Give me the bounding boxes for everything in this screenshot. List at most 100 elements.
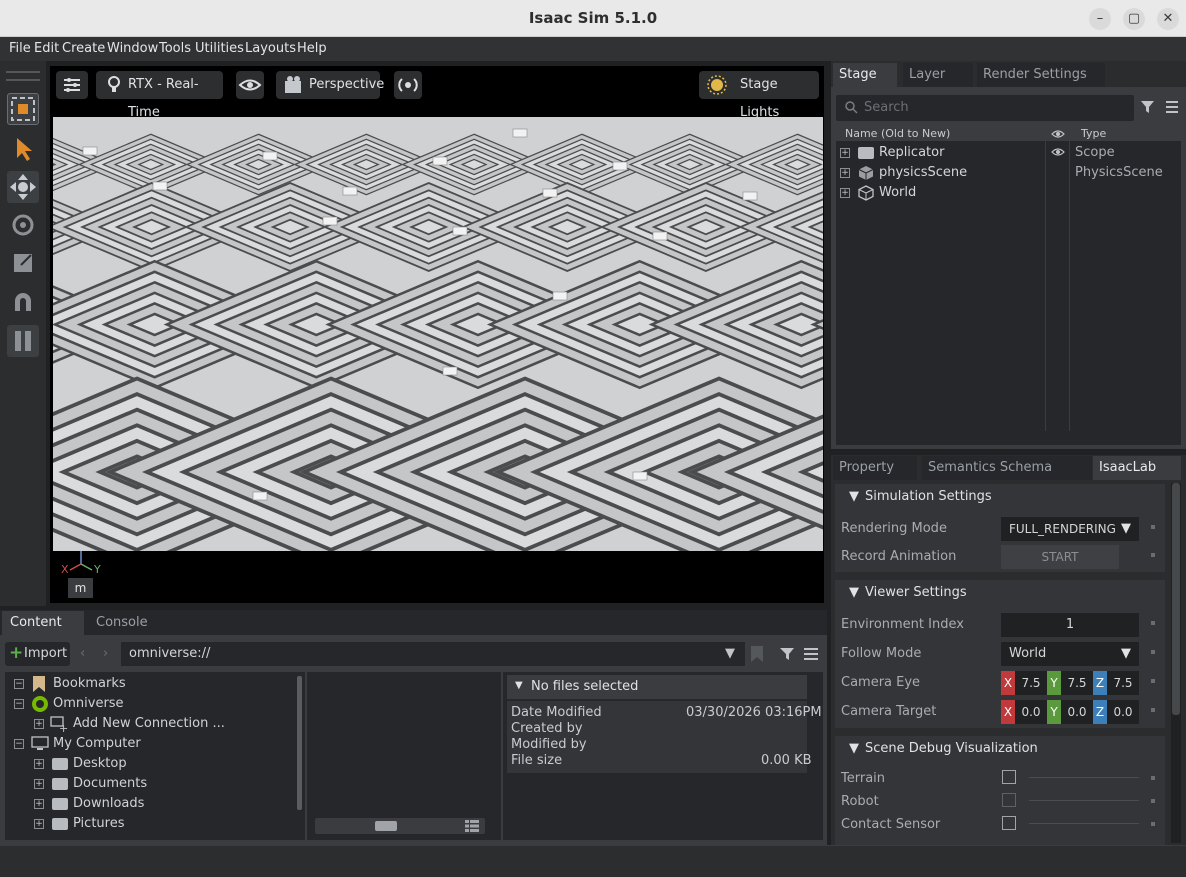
menu-window[interactable]: Window: [107, 41, 158, 56]
minimize-button[interactable]: –: [1089, 8, 1111, 30]
reset-dot[interactable]: [1151, 708, 1155, 712]
tab-semantics-schema-editor[interactable]: Semantics Schema Editor: [922, 456, 1092, 499]
collapse-icon[interactable]: −: [14, 699, 24, 709]
back-icon[interactable]: ‹: [80, 646, 85, 661]
maximize-button[interactable]: ▢: [1123, 8, 1145, 30]
select-arrow-icon[interactable]: [7, 133, 39, 165]
menu-tools[interactable]: Tools: [159, 41, 191, 56]
expand-icon[interactable]: +: [34, 819, 44, 829]
reset-dot[interactable]: [1151, 525, 1155, 529]
follow-mode-dropdown[interactable]: World ▼: [1001, 642, 1139, 666]
reset-dot[interactable]: [1151, 822, 1155, 826]
menu-edit[interactable]: Edit: [34, 41, 59, 56]
camera-eye-z-input[interactable]: 7.5: [1107, 671, 1139, 695]
tab-console[interactable]: Console: [88, 611, 170, 635]
tree-item-pictures[interactable]: + Pictures: [5, 814, 295, 834]
tree-item-add-connection[interactable]: + + Add New Connection ...: [5, 714, 295, 735]
tree-item-bookmarks[interactable]: − Bookmarks: [5, 674, 295, 694]
expand-icon[interactable]: +: [34, 759, 44, 769]
filter-icon[interactable]: [779, 646, 797, 666]
move-tool-icon[interactable]: [7, 171, 39, 203]
viewport-settings-icon[interactable]: [56, 71, 88, 99]
camera-eye-x-input[interactable]: 7.5: [1015, 671, 1047, 695]
robot-debug-checkbox[interactable]: [1002, 793, 1016, 807]
camera-eye-y-input[interactable]: 7.5: [1061, 671, 1093, 695]
rendering-mode-dropdown[interactable]: FULL_RENDERING ▼: [1001, 517, 1139, 541]
tab-isaaclab[interactable]: IsaacLab: [1093, 456, 1181, 480]
bookmark-icon[interactable]: [750, 645, 764, 667]
camera-button[interactable]: Perspective: [276, 71, 384, 99]
scale-tool-icon[interactable]: [7, 247, 39, 279]
camera-target-x-input[interactable]: 0.0: [1015, 700, 1047, 724]
menu-file[interactable]: File: [9, 41, 31, 56]
stage-row-world[interactable]: + World: [836, 183, 1181, 203]
stage-row-physicsscene[interactable]: + physicsScene PhysicsScene: [836, 163, 1181, 183]
scrollbar[interactable]: [1171, 483, 1181, 843]
expand-icon[interactable]: +: [34, 779, 44, 789]
rotate-tool-icon[interactable]: [7, 209, 39, 241]
stage-lights-button[interactable]: Stage Lights: [699, 71, 819, 120]
grid-view-icon[interactable]: [463, 818, 481, 838]
expand-icon[interactable]: +: [34, 719, 44, 729]
scrollbar-thumb[interactable]: [1172, 483, 1180, 715]
tab-property[interactable]: Property: [833, 456, 917, 480]
forward-icon[interactable]: ›: [103, 646, 108, 661]
camera-target-z-input[interactable]: 0.0: [1107, 700, 1139, 724]
reset-dot[interactable]: [1151, 776, 1155, 780]
reset-dot[interactable]: [1151, 650, 1155, 654]
collapse-icon[interactable]: −: [14, 679, 24, 689]
col-type-header[interactable]: Type: [1081, 127, 1106, 140]
zoom-slider[interactable]: [315, 818, 485, 834]
filter-icon[interactable]: [1140, 99, 1156, 119]
tab-stage[interactable]: Stage: [833, 63, 897, 87]
visible-eye-icon[interactable]: [1050, 145, 1066, 163]
reset-dot[interactable]: [1151, 621, 1155, 625]
scene-render[interactable]: [53, 117, 823, 551]
col-name-header[interactable]: Name (Old to New): [845, 127, 950, 140]
file-grid[interactable]: [307, 672, 501, 840]
menu-create[interactable]: Create: [62, 41, 105, 56]
collapse-sim-icon[interactable]: ▼: [849, 489, 859, 504]
collapse-icon[interactable]: −: [14, 739, 24, 749]
path-dropdown-icon[interactable]: ▼: [725, 646, 735, 661]
menu-help[interactable]: Help: [297, 41, 327, 56]
terrain-debug-checkbox[interactable]: [1002, 770, 1016, 784]
tree-item-desktop[interactable]: + Desktop: [5, 754, 295, 774]
zoom-slider-handle[interactable]: [375, 821, 397, 831]
tree-item-my-computer[interactable]: − My Computer: [5, 734, 295, 754]
expand-icon[interactable]: +: [840, 168, 850, 178]
tab-content[interactable]: Content: [2, 611, 84, 635]
stage-search-input[interactable]: Search: [836, 95, 1134, 121]
tree-scrollbar[interactable]: [297, 676, 302, 810]
reset-dot[interactable]: [1151, 799, 1155, 803]
visibility-eye-icon[interactable]: [236, 71, 264, 99]
select-mode-icon[interactable]: [7, 93, 39, 125]
expand-icon[interactable]: +: [840, 148, 850, 158]
options-menu-icon[interactable]: [803, 646, 819, 666]
import-button[interactable]: + Import: [5, 642, 70, 666]
menu-utilities[interactable]: Utilities: [195, 41, 244, 56]
options-menu-icon[interactable]: [1164, 99, 1180, 119]
path-input[interactable]: omniverse:// ▼: [121, 642, 745, 666]
pause-icon[interactable]: [7, 325, 39, 357]
stage-row-replicator[interactable]: + Replicator Scope: [836, 143, 1181, 163]
reset-dot[interactable]: [1151, 679, 1155, 683]
snap-magnet-icon[interactable]: [7, 287, 39, 319]
reset-dot[interactable]: [1151, 553, 1155, 557]
contact-sensor-debug-checkbox[interactable]: [1002, 816, 1016, 830]
expand-icon[interactable]: +: [34, 799, 44, 809]
collapse-debug-icon[interactable]: ▼: [849, 741, 859, 756]
tab-layer[interactable]: Layer: [903, 63, 973, 87]
tree-item-downloads[interactable]: + Downloads: [5, 794, 295, 814]
close-button[interactable]: ✕: [1157, 8, 1179, 30]
start-record-button[interactable]: START: [1001, 545, 1119, 569]
tab-render-settings[interactable]: Render Settings: [977, 63, 1105, 87]
menu-layouts[interactable]: Layouts: [245, 41, 296, 56]
tree-item-omniverse[interactable]: − Omniverse: [5, 694, 295, 714]
expand-icon[interactable]: +: [840, 188, 850, 198]
broadcast-icon[interactable]: [394, 71, 422, 99]
info-header[interactable]: ▼ No files selected: [507, 675, 807, 699]
tree-item-documents[interactable]: + Documents: [5, 774, 295, 794]
camera-target-y-input[interactable]: 0.0: [1061, 700, 1093, 724]
env-index-input[interactable]: 1: [1001, 613, 1139, 637]
